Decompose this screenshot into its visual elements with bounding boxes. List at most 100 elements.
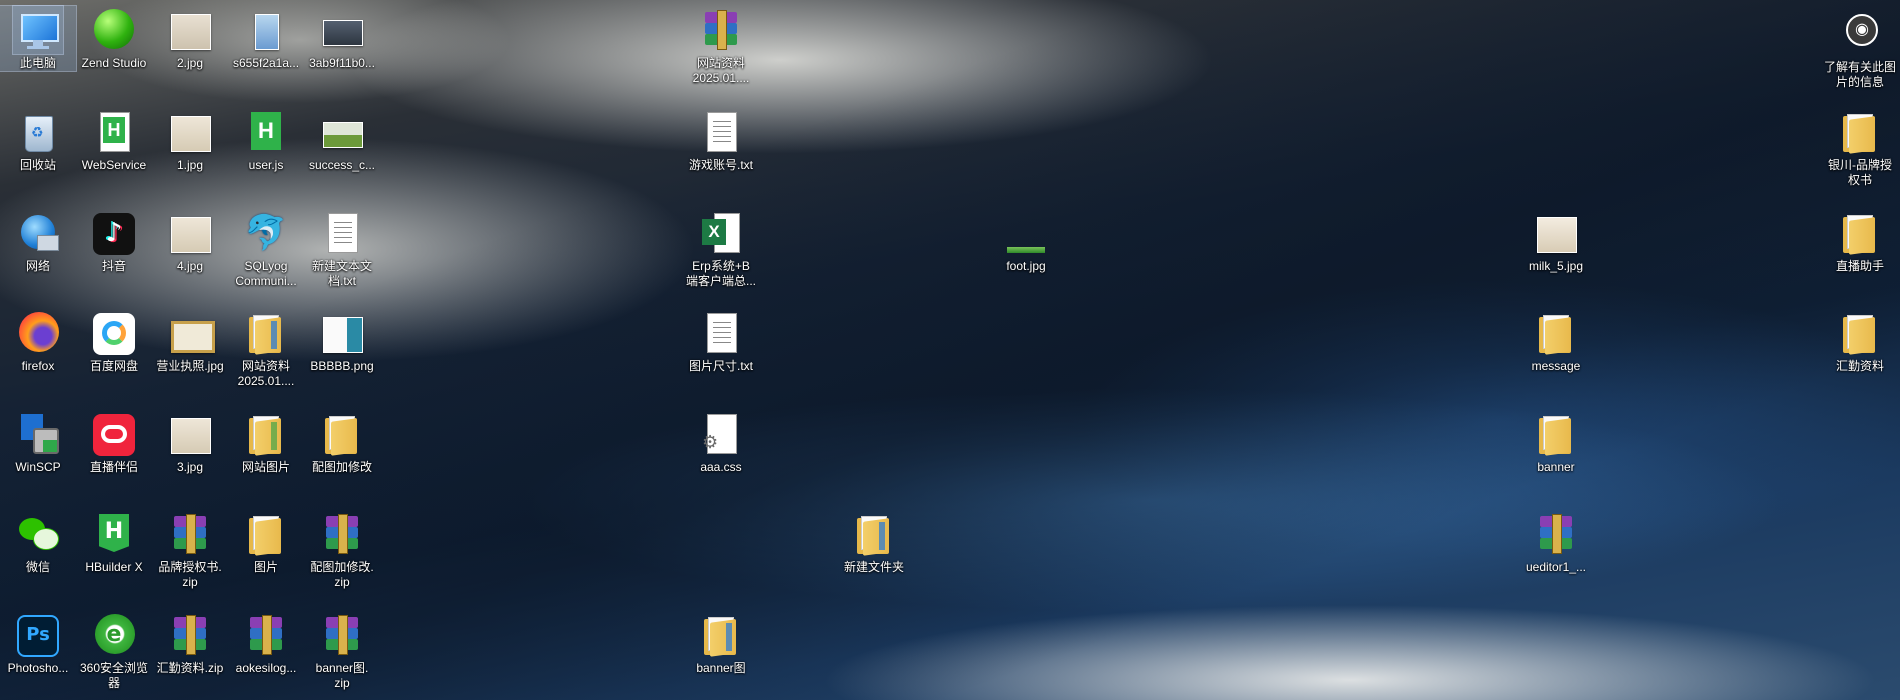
desktop-icon-website-materials-zip[interactable]: 网站资料 2025.01.... bbox=[683, 6, 759, 86]
douyin-icon: ♪ bbox=[89, 209, 139, 257]
desktop-icon-live-companion[interactable]: 直播伴侣 bbox=[76, 410, 152, 475]
folder-icon bbox=[1835, 209, 1885, 257]
icon-label: Photosho... bbox=[7, 661, 69, 675]
desktop-icon-foot-jpg[interactable]: foot.jpg bbox=[988, 209, 1064, 274]
zip-icon bbox=[317, 510, 367, 558]
icon-label: milk_5.jpg bbox=[1528, 259, 1584, 273]
icon-label: 图片 bbox=[253, 560, 278, 574]
image-icon bbox=[165, 410, 215, 458]
icon-label: 1.jpg bbox=[176, 158, 204, 172]
desktop-icon-pictures-folder[interactable]: 图片 bbox=[228, 510, 304, 575]
live-companion-icon bbox=[89, 410, 139, 458]
desktop-icon-message-folder[interactable]: message bbox=[1518, 309, 1594, 374]
desktop-icon-live-assistant[interactable]: 直播助手 bbox=[1822, 209, 1898, 274]
desktop-icon-s655f2a1a[interactable]: s655f2a1a... bbox=[228, 6, 304, 71]
desktop-icon-bbbbb-png[interactable]: BBBBB.png bbox=[304, 309, 380, 374]
icon-label: 直播伴侣 bbox=[89, 460, 138, 474]
image-icon bbox=[1531, 209, 1581, 257]
folder-icon bbox=[241, 410, 291, 458]
desktop-icon-huiqin-materials[interactable]: 汇勤资料 bbox=[1822, 309, 1898, 374]
icon-label: 品牌授权书. zip bbox=[158, 560, 222, 589]
desktop-icon-3-jpg[interactable]: 3.jpg bbox=[152, 410, 228, 475]
folder-icon bbox=[1835, 108, 1885, 156]
icon-label: 直播助手 bbox=[1835, 259, 1884, 273]
desktop-icon-banner-zip[interactable]: banner图. zip bbox=[304, 611, 380, 691]
hbuilder-file-icon: H bbox=[241, 108, 291, 156]
folder-icon bbox=[849, 510, 899, 558]
desktop-icon-360-browser[interactable]: e 360安全浏览 器 bbox=[76, 611, 152, 691]
desktop-icon-user-js[interactable]: H user.js bbox=[228, 108, 304, 173]
zip-icon bbox=[317, 611, 367, 659]
icon-label: aaa.css bbox=[700, 460, 742, 474]
folder-icon bbox=[241, 309, 291, 357]
desktop-icon-webservice[interactable]: H WebService bbox=[76, 108, 152, 173]
desktop-icon-this-pc[interactable]: 此电脑 bbox=[0, 5, 77, 72]
desktop-icon-recycle-bin[interactable]: ♻ 回收站 bbox=[0, 108, 76, 173]
icon-label: 汇勤资料 bbox=[1835, 359, 1884, 373]
desktop-icon-hbuilder-x[interactable]: H HBuilder X bbox=[76, 510, 152, 575]
image-icon bbox=[317, 108, 367, 156]
icon-label: aokesilog... bbox=[235, 661, 297, 675]
photoshop-icon: Ps bbox=[13, 611, 63, 659]
desktop-icon-aaa-css[interactable]: ⚙ aaa.css bbox=[683, 410, 759, 475]
desktop-icon-1-jpg[interactable]: 1.jpg bbox=[152, 108, 228, 173]
desktop-icon-2-jpg[interactable]: 2.jpg bbox=[152, 6, 228, 71]
icon-label: 网站资料 2025.01.... bbox=[237, 359, 295, 388]
desktop-icon-sqlyog[interactable]: 🐬 SQLyog Communi... bbox=[228, 209, 304, 289]
desktop-icon-website-materials-folder[interactable]: 网站资料 2025.01.... bbox=[228, 309, 304, 389]
desktop-icon-ueditor-zip[interactable]: ueditor1_... bbox=[1518, 510, 1594, 575]
desktop-icon-photoshop[interactable]: Ps Photosho... bbox=[0, 611, 76, 676]
zip-icon bbox=[1531, 510, 1581, 558]
image-icon bbox=[317, 309, 367, 357]
computer-icon bbox=[12, 5, 64, 55]
icon-label: 银川-品牌授 权书 bbox=[1828, 158, 1892, 187]
icon-label: Erp系统+B 端客户端总... bbox=[685, 259, 756, 288]
desktop-icon-network[interactable]: 网络 bbox=[0, 209, 76, 274]
icon-label: 360安全浏览 器 bbox=[79, 661, 149, 690]
wechat-icon bbox=[13, 510, 63, 558]
desktop-icon-4-jpg[interactable]: 4.jpg bbox=[152, 209, 228, 274]
desktop-icon-brand-auth-zip[interactable]: 品牌授权书. zip bbox=[152, 510, 228, 590]
desktop-icon-aokesilog[interactable]: aokesilog... bbox=[228, 611, 304, 676]
icon-label: 百度网盘 bbox=[89, 359, 138, 373]
winscp-icon bbox=[13, 410, 63, 458]
desktop-icon-image-size-txt[interactable]: 图片尺寸.txt bbox=[683, 309, 759, 374]
desktop-icon-wechat[interactable]: 微信 bbox=[0, 510, 76, 575]
desktop-icon-erp-excel[interactable]: X Erp系统+B 端客户端总... bbox=[683, 209, 759, 289]
desktop-icon-game-accounts-txt[interactable]: 游戏账号.txt bbox=[683, 108, 759, 173]
icon-label: BBBBB.png bbox=[310, 359, 374, 373]
desktop-icon-milk-5-jpg[interactable]: milk_5.jpg bbox=[1518, 209, 1594, 274]
info-camera-icon: ◉ bbox=[1835, 10, 1885, 58]
zip-icon bbox=[165, 510, 215, 558]
desktop-wallpaper[interactable]: 此电脑 Zend Studio 2.jpg s655f2a1a... 3ab9f… bbox=[0, 0, 1900, 700]
desktop-icon-firefox[interactable]: firefox bbox=[0, 309, 76, 374]
sqlyog-icon: 🐬 bbox=[244, 213, 288, 253]
desktop-icon-business-license[interactable]: 营业执照.jpg bbox=[152, 309, 228, 374]
desktop-icon-edit-images-folder[interactable]: 配图加修改 bbox=[304, 410, 380, 475]
folder-icon bbox=[696, 611, 746, 659]
hbuilder-icon: H bbox=[89, 510, 139, 558]
icon-label: Zend Studio bbox=[81, 56, 147, 70]
desktop-icon-banner-folder[interactable]: banner bbox=[1518, 410, 1594, 475]
desktop-icon-success-c[interactable]: success_c... bbox=[304, 108, 380, 173]
desktop-icon-3ab9f11b0[interactable]: 3ab9f11b0... bbox=[304, 6, 380, 71]
desktop-icon-winscp[interactable]: WinSCP bbox=[0, 410, 76, 475]
desktop-icon-new-text-doc[interactable]: 新建文本文 档.txt bbox=[304, 209, 380, 289]
icon-label: 3ab9f11b0... bbox=[309, 56, 375, 70]
image-icon bbox=[165, 6, 215, 54]
desktop-icon-huiqin-zip[interactable]: 汇勤资料.zip bbox=[152, 611, 228, 676]
text-file-icon bbox=[696, 108, 746, 156]
desktop-icon-banner-images-folder[interactable]: banner图 bbox=[683, 611, 759, 676]
desktop-icon-edit-images-zip[interactable]: 配图加修改. zip bbox=[304, 510, 380, 590]
desktop-icon-douyin[interactable]: ♪ 抖音 bbox=[76, 209, 152, 274]
css-file-icon: ⚙ bbox=[696, 410, 746, 458]
desktop-icon-yinchuan-brand-auth[interactable]: 银川-品牌授 权书 bbox=[1822, 108, 1898, 188]
desktop-icon-zend-studio[interactable]: Zend Studio bbox=[76, 6, 152, 71]
folder-icon bbox=[1531, 410, 1581, 458]
desktop-icon-learn-about-picture[interactable]: ◉ 了解有关此图 片的信息 bbox=[1822, 10, 1898, 90]
desktop-icon-baidu-netdisk[interactable]: 百度网盘 bbox=[76, 309, 152, 374]
desktop-icon-website-images[interactable]: 网站图片 bbox=[228, 410, 304, 475]
desktop-icon-new-folder[interactable]: 新建文件夹 bbox=[836, 510, 912, 575]
image-icon bbox=[165, 309, 215, 357]
icon-label: 配图加修改 bbox=[311, 460, 372, 474]
